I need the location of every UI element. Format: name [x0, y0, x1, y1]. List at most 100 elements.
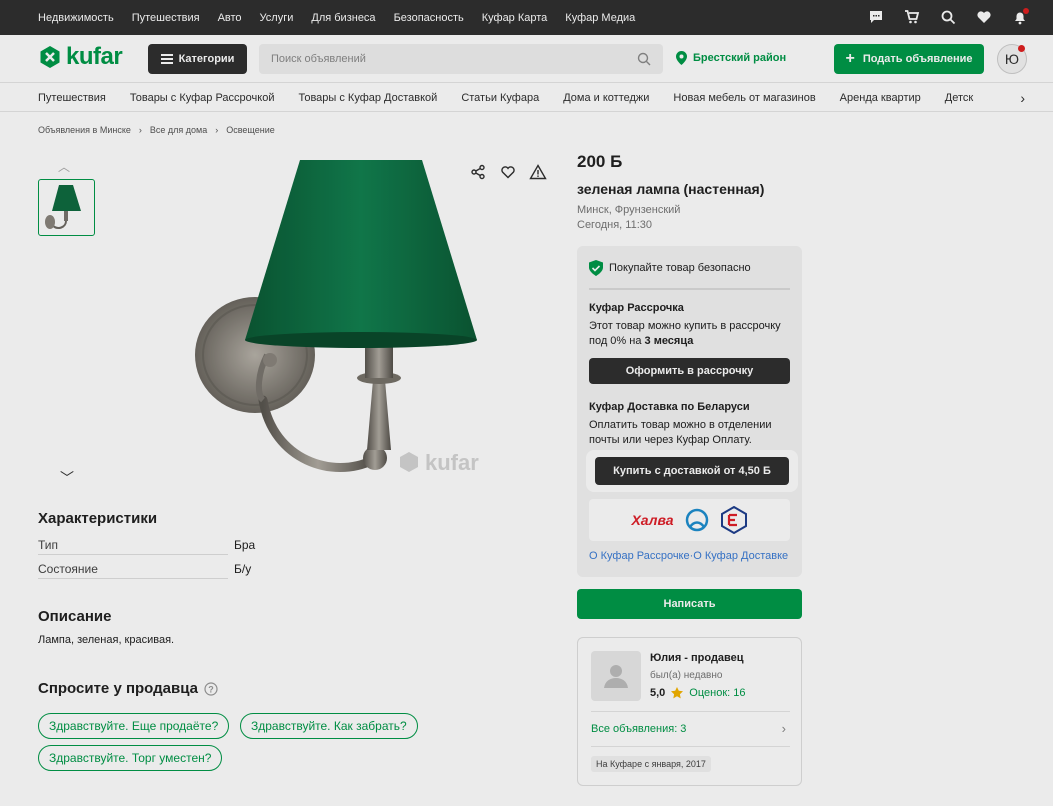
logo-text: kufar — [66, 43, 123, 70]
seller-status: был(а) недавно — [650, 670, 723, 681]
kufar-logo-icon — [40, 46, 60, 68]
chevron-right-icon[interactable]: › — [782, 721, 786, 736]
delivery-text: Оплатить товар можно в отделении почты и… — [589, 418, 794, 448]
installment-line: Этот товар можно купить в рассрочку — [589, 320, 781, 332]
ask-seller-label: Спросите у продавца — [38, 680, 198, 697]
breadcrumb-item[interactable]: Все для дома — [150, 125, 207, 135]
avatar-letter: Ю — [1004, 51, 1020, 67]
ask-seller-title: Спросите у продавца ? — [38, 680, 218, 697]
breadcrumb: Объявления в Минске › Все для дома › Осв… — [38, 125, 275, 135]
breadcrumb-sep: › — [215, 125, 219, 135]
char-key: Состояние — [38, 562, 228, 579]
char-row: Состояние — [38, 562, 256, 579]
top-link[interactable]: Безопасность — [394, 12, 464, 24]
shield-check-icon — [589, 260, 603, 276]
top-bar: Недвижимость Путешествия Авто Услуги Для… — [0, 0, 1053, 35]
top-link[interactable]: Недвижимость — [38, 12, 114, 24]
user-avatar[interactable]: Ю — [997, 44, 1027, 74]
help-icon[interactable]: ? — [204, 681, 218, 696]
chat-icon[interactable] — [867, 8, 885, 26]
top-link[interactable]: Куфар Медиа — [565, 12, 635, 24]
characteristics-title: Характеристики — [38, 510, 158, 527]
post-ad-button[interactable]: + Подать объявление — [834, 44, 984, 74]
kufar-logo[interactable]: kufar — [38, 43, 123, 71]
share-icon[interactable] — [465, 159, 491, 185]
heart-icon[interactable] — [975, 8, 993, 26]
halva-logo: Халва — [631, 512, 674, 528]
posted-date: Сегодня, 11:30 — [577, 219, 652, 231]
quick-question-chip[interactable]: Здравствуйте. Еще продаёте? — [38, 713, 230, 739]
delivery-line: почты или через Куфар Оплату. — [589, 434, 752, 446]
shortcut-link[interactable]: Товары с Куфар Рассрочкой — [130, 92, 275, 104]
favorite-heart-icon[interactable] — [495, 159, 521, 185]
top-link[interactable]: Для бизнеса — [311, 12, 375, 24]
installment-button[interactable]: Оформить в рассрочку — [589, 358, 790, 384]
breadcrumb-item[interactable]: Объявления в Минске — [38, 125, 131, 135]
reviews-link[interactable]: Оценок: 16 — [689, 687, 745, 699]
chevron-right-icon[interactable]: › — [1020, 90, 1025, 106]
svg-text:kufar: kufar — [425, 450, 479, 475]
svg-text:?: ? — [208, 684, 214, 694]
shortcut-link[interactable]: Статьи Куфара — [461, 92, 539, 104]
seller-since-badge: На Куфаре с января, 2017 — [591, 756, 711, 772]
buy-with-delivery-button[interactable]: Купить с доставкой от 4,50 Б — [595, 457, 789, 485]
seller-name[interactable]: Юлия - продавец — [650, 652, 744, 664]
gallery-thumbnail[interactable] — [38, 179, 95, 236]
shortcut-link[interactable]: Аренда квартир — [840, 92, 921, 104]
chevron-down-icon[interactable]: ﹀ — [60, 468, 74, 488]
shortcut-link[interactable]: Детск — [945, 92, 973, 104]
seller-avatar[interactable] — [591, 651, 641, 701]
shortcut-link[interactable]: Дома и коттеджи — [563, 92, 649, 104]
location-text: Минск, Фрунзенский — [577, 204, 681, 216]
cart-icon[interactable] — [903, 8, 921, 26]
product-image[interactable]: kufar — [185, 150, 505, 490]
installment-term: 3 месяца — [644, 335, 694, 347]
all-ads-link[interactable]: Все объявления: 3 — [591, 723, 686, 735]
seller-rating: 5,0 Оценок: 16 — [650, 687, 746, 699]
price: 200 Б — [577, 152, 623, 171]
top-link[interactable]: Авто — [218, 12, 242, 24]
info-links[interactable]: О Куфар Рассрочке·О Куфар Доставке — [589, 550, 788, 562]
search-placeholder: Поиск объявлений — [271, 53, 366, 65]
seller-divider — [591, 746, 790, 747]
write-message-button[interactable]: Написать — [577, 589, 802, 619]
purchase-panel: Покупайте товар безопасно Куфар Рассрочк… — [577, 246, 802, 577]
shortcut-link[interactable]: Путешествия — [38, 92, 106, 104]
categories-label: Категории — [178, 53, 235, 65]
report-warning-icon[interactable] — [525, 159, 551, 185]
safe-purchase-row: Покупайте товар безопасно — [589, 260, 751, 276]
location-pin-icon — [676, 51, 687, 65]
installment-line: под 0% на 3 месяца — [589, 334, 794, 349]
safe-purchase-text: Покупайте товар безопасно — [609, 262, 751, 274]
search-icon[interactable] — [637, 52, 651, 66]
lamp-thumbnail-image — [44, 184, 81, 229]
char-row: Тип — [38, 538, 256, 555]
breadcrumb-item[interactable]: Освещение — [226, 125, 275, 135]
notification-dot — [1018, 45, 1025, 52]
char-value: Бра — [234, 538, 256, 552]
region-selector[interactable]: Брестский район — [676, 51, 786, 65]
watermark: kufar — [400, 450, 479, 475]
chevron-up-icon[interactable]: ︿ — [58, 158, 74, 174]
shortcut-link[interactable]: Новая мебель от магазинов — [673, 92, 815, 104]
top-link[interactable]: Путешествия — [132, 12, 200, 24]
quick-question-chip[interactable]: Здравствуйте. Как забрать? — [240, 713, 418, 739]
top-links: Недвижимость Путешествия Авто Услуги Для… — [38, 12, 635, 24]
bell-icon[interactable] — [1011, 8, 1029, 26]
quick-question-chip[interactable]: Здравствуйте. Торг уместен? — [38, 745, 223, 771]
region-label: Брестский район — [693, 52, 787, 64]
payment-logos: Халва — [589, 499, 790, 541]
shortcut-link[interactable]: Товары с Куфар Доставкой — [298, 92, 437, 104]
installment-title: Куфар Рассрочка — [589, 302, 684, 314]
search-input[interactable]: Поиск объявлений — [259, 44, 663, 74]
menu-icon — [160, 54, 173, 64]
category-shortcuts: Путешествия Товары с Куфар Рассрочкой То… — [0, 84, 1053, 112]
search-saved-icon[interactable] — [939, 8, 957, 26]
rating-value: 5,0 — [650, 687, 666, 699]
image-actions — [465, 159, 551, 185]
top-icons — [867, 8, 1029, 26]
categories-button[interactable]: Категории — [148, 44, 247, 74]
top-link[interactable]: Услуги — [260, 12, 294, 24]
top-link[interactable]: Куфар Карта — [482, 12, 548, 24]
panel-divider — [589, 288, 790, 290]
